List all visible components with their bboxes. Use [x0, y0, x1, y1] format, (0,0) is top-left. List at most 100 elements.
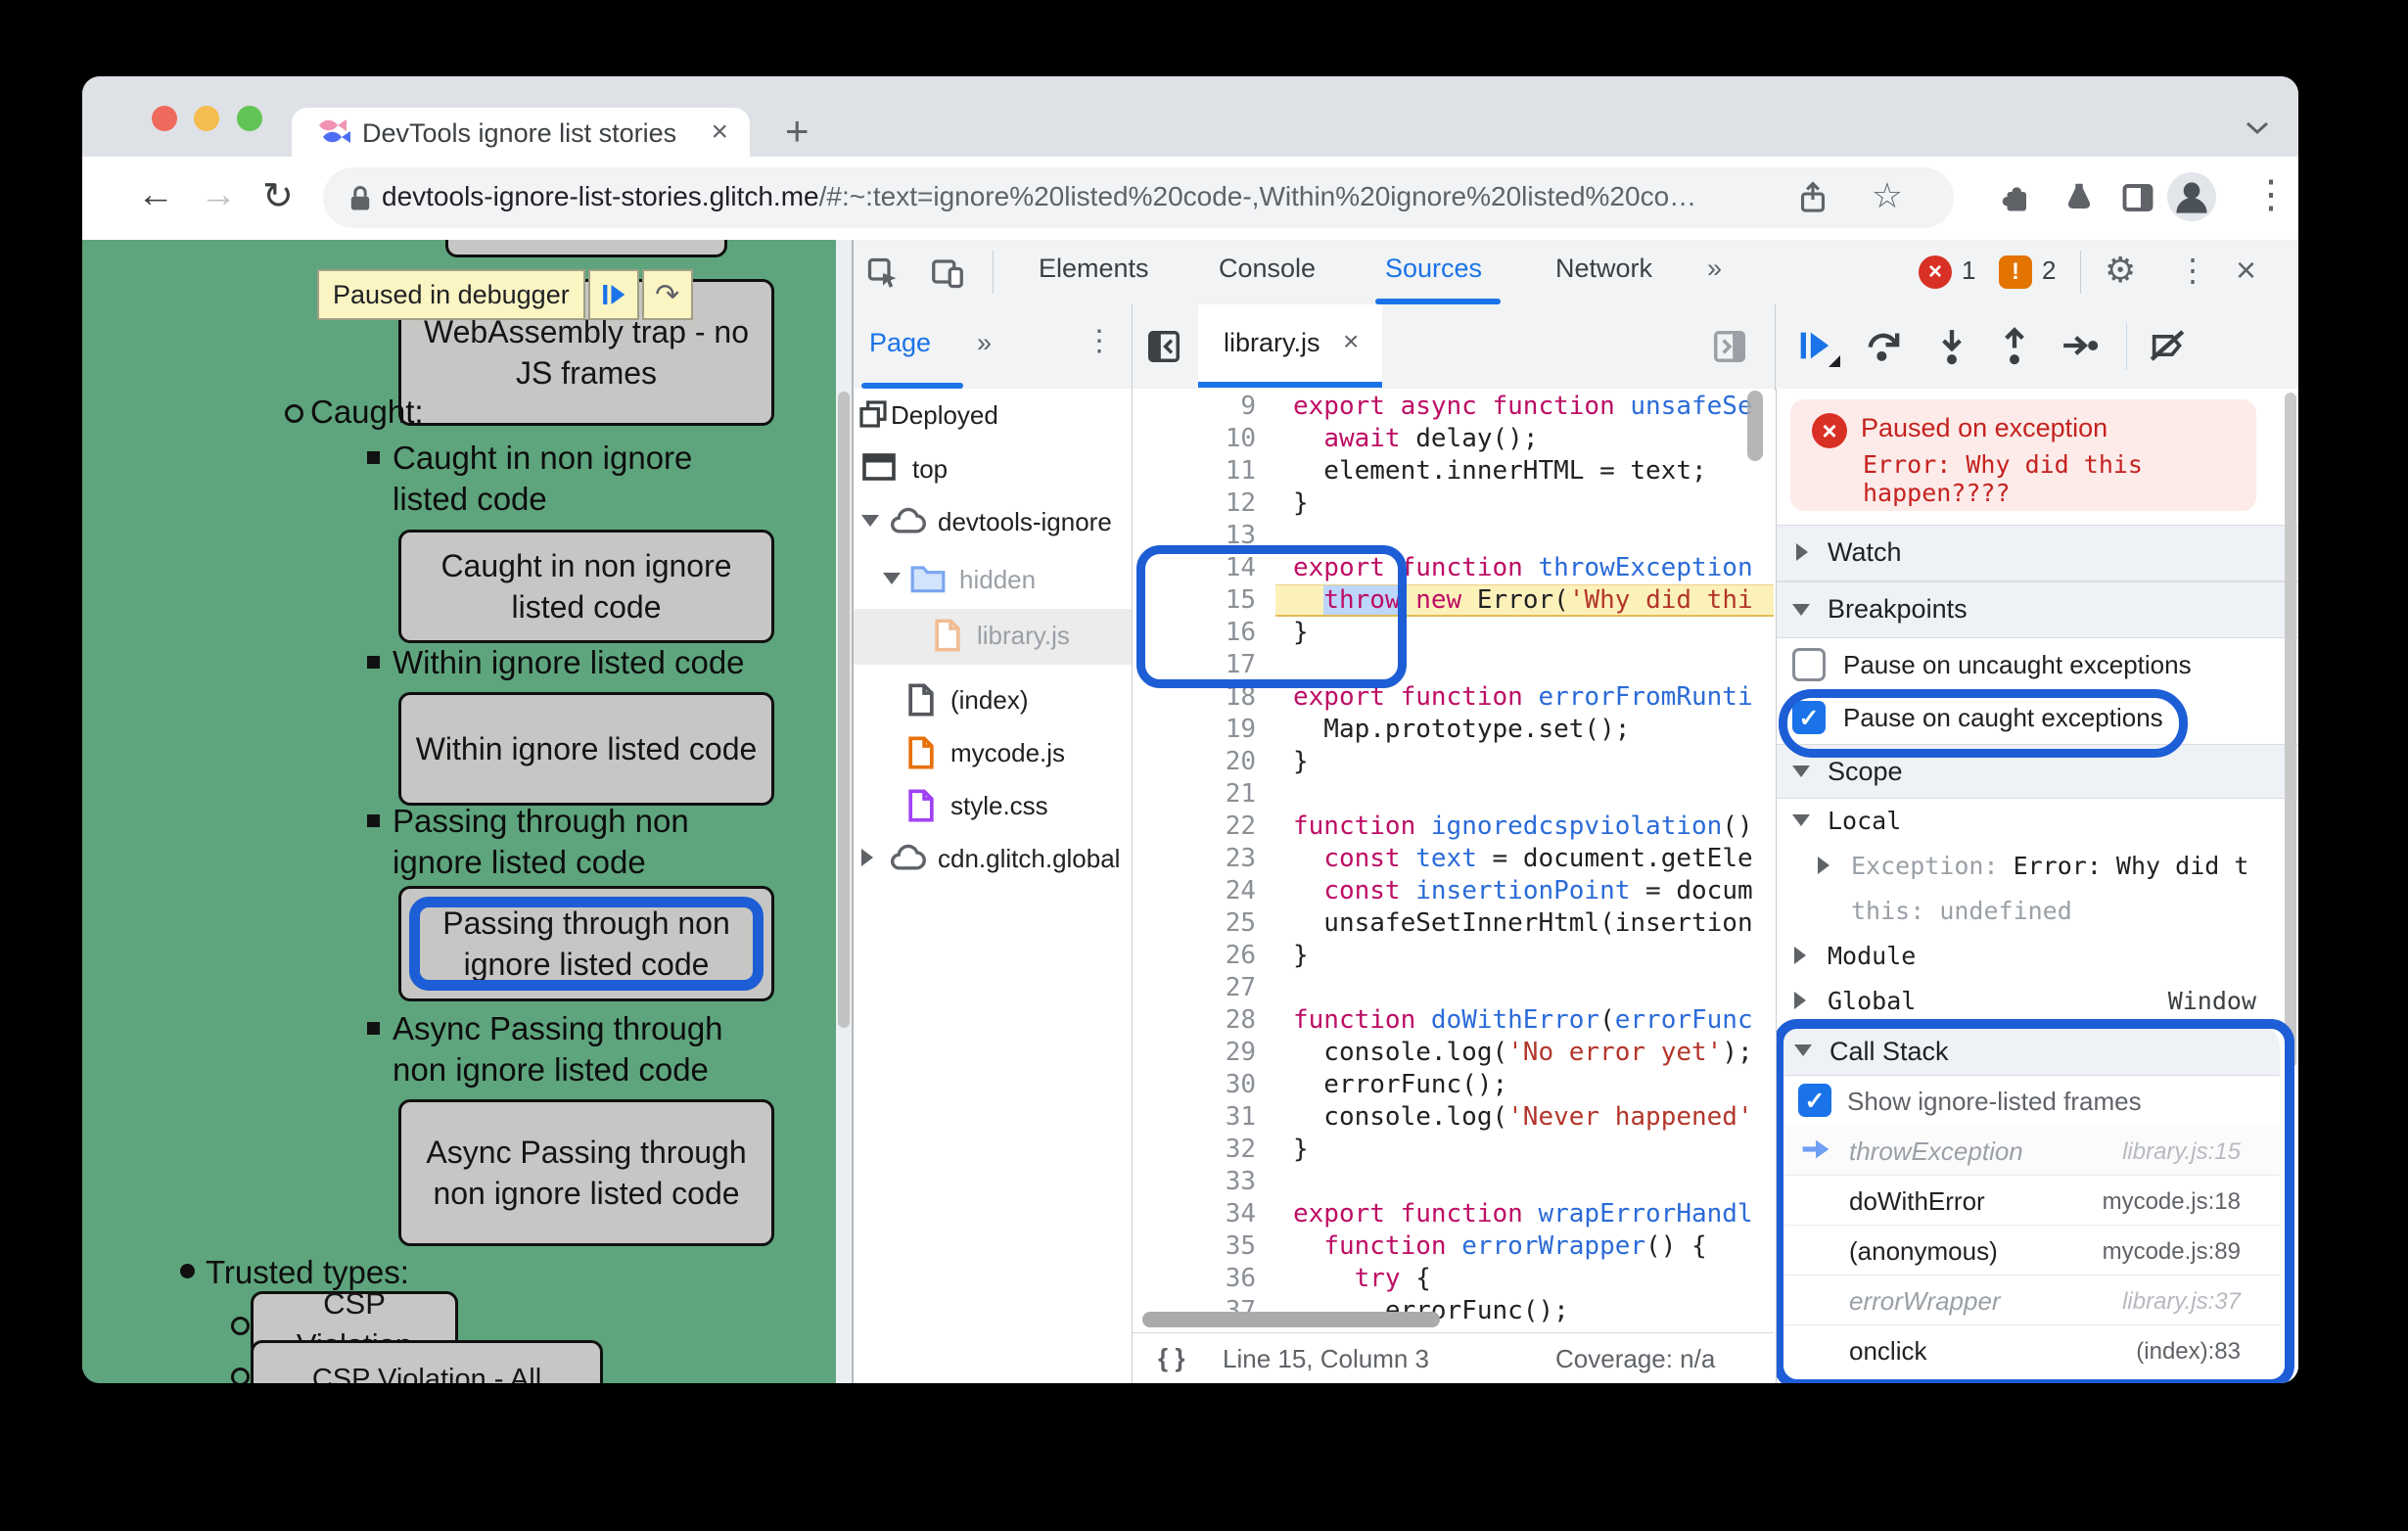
code-line-28[interactable]: 28 function doWithError(errorFunc) {: [1133, 1004, 1774, 1037]
code-line-23[interactable]: 23 const text = document.getElementById(…: [1133, 843, 1774, 875]
passing-button[interactable]: Passing through non ignore listed code: [398, 886, 774, 1001]
step-over-button[interactable]: [1864, 326, 1903, 365]
page-scrollbar[interactable]: [836, 240, 852, 1383]
code-line-13[interactable]: 13: [1133, 520, 1774, 552]
browser-menu-icon[interactable]: ⋮: [2251, 172, 2291, 217]
code-line-24[interactable]: 24 const insertionPoint = document.getEl…: [1133, 875, 1774, 907]
code-line-18[interactable]: 18 export function errorFromRuntime() {: [1133, 681, 1774, 714]
scope-expand-icon[interactable]: [1794, 947, 1806, 964]
step-over-banner-button[interactable]: ↷: [641, 269, 693, 320]
deactivate-breakpoints-button[interactable]: [2148, 326, 2187, 365]
side-panel-icon[interactable]: [2120, 180, 2155, 215]
pretty-print-icon[interactable]: { }: [1158, 1343, 1184, 1373]
code-line-21[interactable]: 21: [1133, 778, 1774, 811]
tree-item--index-[interactable]: (index): [854, 673, 1132, 726]
hidden-expand-icon[interactable]: [883, 573, 901, 584]
csp-violation-all-frames-button[interactable]: CSP Violation - All frames: [251, 1340, 603, 1383]
call-stack-frame--anonymous-[interactable]: (anonymous) mycode.js:89: [1779, 1225, 2280, 1276]
caught-button[interactable]: Caught in non ignore listed code: [398, 530, 774, 643]
code-line-16[interactable]: 16}: [1133, 617, 1774, 649]
cut-off-button[interactable]: [445, 240, 727, 257]
code-editor[interactable]: 9 export async function unsafeSetInnerHtm…: [1133, 389, 1774, 1383]
breakpoint-checkbox[interactable]: ✓: [1792, 701, 1826, 734]
within-button[interactable]: Within ignore listed code: [398, 692, 774, 806]
navigator-menu-icon[interactable]: ⋮: [1085, 324, 1114, 358]
editor-horizontal-scrollbar[interactable]: [1142, 1312, 1440, 1327]
code-line-11[interactable]: 11 element.innerHTML = text;: [1133, 455, 1774, 487]
cdn.glitch.global-expand-icon[interactable]: [861, 849, 873, 866]
code-line-34[interactable]: 34 export function wrapErrorHandler(error…: [1133, 1198, 1774, 1230]
code-line-33[interactable]: 33: [1133, 1166, 1774, 1198]
address-bar[interactable]: devtools-ignore-list-stories.glitch.me/#…: [323, 167, 1954, 228]
code-line-19[interactable]: 19 Map.prototype.set();: [1133, 714, 1774, 746]
scope-row-exception[interactable]: Exception: Error: Why did t: [1777, 844, 2298, 889]
code-line-14[interactable]: 14 export function throwException() {: [1133, 552, 1774, 584]
share-icon[interactable]: [1797, 181, 1829, 214]
devtools-ignore-expand-icon[interactable]: [861, 515, 879, 527]
breakpoint-row-0[interactable]: Pause on uncaught exceptions: [1777, 638, 2298, 691]
tab-search-chevron-icon[interactable]: [2244, 119, 2271, 137]
browser-tab[interactable]: DevTools ignore list stories ×: [292, 108, 750, 157]
resume-script-button[interactable]: [587, 269, 639, 320]
tree-item-deployed[interactable]: Deployed: [854, 389, 1132, 441]
open-drawer-icon[interactable]: [1711, 328, 1748, 365]
code-line-10[interactable]: 10 await delay();: [1133, 423, 1774, 455]
coverage-status[interactable]: Coverage: n/a: [1555, 1344, 1715, 1374]
tab-network[interactable]: Network: [1555, 254, 1652, 284]
scope-row-global[interactable]: Global Window: [1777, 979, 2298, 1024]
tab-sources[interactable]: Sources: [1385, 254, 1482, 284]
warning-badge-icon[interactable]: !: [1999, 255, 2032, 289]
code-line-29[interactable]: 29 console.log('No error yet');: [1133, 1037, 1774, 1069]
maximize-window-button[interactable]: [237, 106, 262, 131]
tree-item-devtools-ignore[interactable]: devtools-ignore: [854, 495, 1132, 548]
call-stack-frame-dowitherror[interactable]: doWithError mycode.js:18: [1779, 1175, 2280, 1226]
editor-vertical-scrollbar[interactable]: [1747, 391, 1763, 461]
tab-elements[interactable]: Elements: [1039, 254, 1149, 284]
code-line-26[interactable]: 26}: [1133, 940, 1774, 972]
scope-row-module[interactable]: Module: [1777, 934, 2298, 979]
call-stack-frame-onclick[interactable]: onclick (index):83: [1779, 1324, 2280, 1374]
code-line-25[interactable]: 25 unsafeSetInnerHtml(insertionPoint, te…: [1133, 907, 1774, 940]
scope-row-local[interactable]: Local: [1777, 799, 2298, 844]
file-tab-close-icon[interactable]: ×: [1343, 326, 1359, 357]
back-icon[interactable]: ←: [137, 174, 174, 216]
code-line-30[interactable]: 30 errorFunc();: [1133, 1069, 1774, 1101]
device-toolbar-icon[interactable]: [930, 255, 965, 291]
devtools-menu-icon[interactable]: ⋮: [2177, 252, 2208, 289]
error-badge-icon[interactable]: ×: [1919, 255, 1952, 289]
avatar[interactable]: [2167, 172, 2216, 221]
settings-gear-icon[interactable]: ⚙: [2105, 250, 2136, 291]
code-line-17[interactable]: 17: [1133, 649, 1774, 681]
devtools-close-icon[interactable]: ×: [2236, 250, 2256, 291]
watch-section-header[interactable]: Watch: [1777, 525, 2298, 581]
code-line-31[interactable]: 31 console.log('Never happened');: [1133, 1101, 1774, 1134]
flask-icon[interactable]: [2061, 180, 2097, 215]
error-count[interactable]: 1: [1962, 255, 1975, 286]
code-line-20[interactable]: 20}: [1133, 746, 1774, 778]
scope-row-this[interactable]: this: undefined: [1777, 889, 2298, 934]
breakpoint-row-1[interactable]: ✓ Pause on caught exceptions: [1777, 689, 2298, 758]
show-ignore-listed-checkbox[interactable]: ✓: [1798, 1084, 1831, 1117]
step-button[interactable]: [2060, 326, 2099, 365]
scope-expand-icon[interactable]: [1794, 992, 1806, 1009]
call-stack-frame-errorwrapper[interactable]: errorWrapper library.js:37: [1779, 1275, 2280, 1325]
breakpoints-section-header[interactable]: Breakpoints: [1777, 581, 2298, 638]
close-window-button[interactable]: [152, 106, 177, 131]
code-line-27[interactable]: 27: [1133, 972, 1774, 1004]
code-line-22[interactable]: 22 function ignoredcspviolation() {: [1133, 811, 1774, 843]
collapse-navigator-icon[interactable]: [1145, 328, 1182, 365]
code-line-35[interactable]: 35 function errorWrapper() {: [1133, 1230, 1774, 1263]
tree-item-cdn-glitch-global[interactable]: cdn.glitch.global: [854, 832, 1132, 885]
step-into-button[interactable]: [1932, 326, 1971, 365]
code-line-9[interactable]: 9 export async function unsafeSetInnerHtm…: [1133, 391, 1774, 423]
extensions-puzzle-icon[interactable]: [2000, 180, 2035, 215]
tree-item-top[interactable]: top: [854, 442, 1132, 495]
tree-item-mycode-js[interactable]: mycode.js: [854, 726, 1132, 779]
show-ignore-listed-row[interactable]: ✓ Show ignore-listed frames: [1779, 1076, 2280, 1126]
forward-icon[interactable]: →: [200, 174, 237, 216]
sidebar-scrollbar[interactable]: [2285, 393, 2296, 1068]
bookmark-star-icon[interactable]: ☆: [1872, 175, 1903, 216]
navigator-tab-page[interactable]: Page: [869, 328, 931, 358]
breakpoint-checkbox[interactable]: [1792, 648, 1826, 681]
tab-close-icon[interactable]: ×: [711, 116, 728, 149]
